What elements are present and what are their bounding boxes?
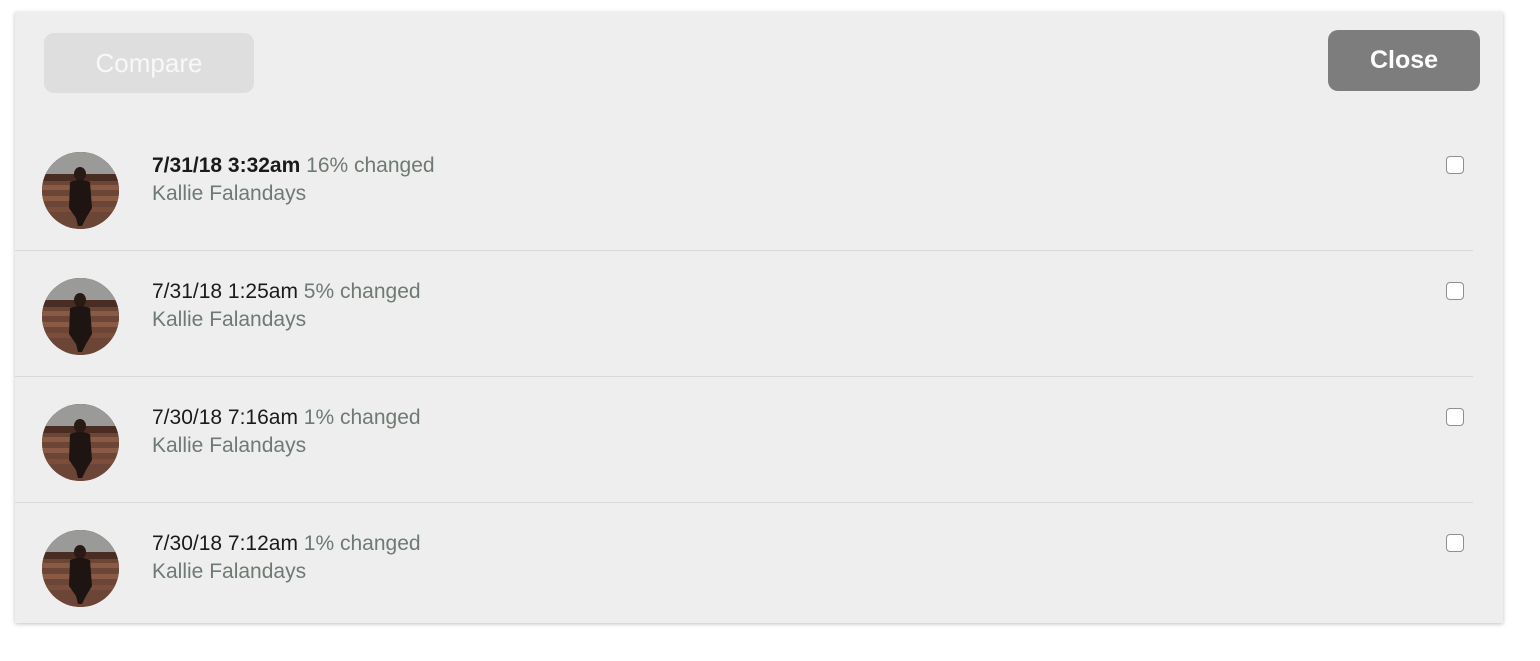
avatar-photo-icon <box>42 530 119 607</box>
revision-change-percent: 5% changed <box>303 280 421 303</box>
compare-button[interactable]: Compare <box>44 33 254 93</box>
revision-select-checkbox[interactable] <box>1446 408 1464 426</box>
revision-row[interactable]: 7/30/18 7:16am 1% changed Kallie Falanda… <box>15 377 1473 503</box>
revision-info: 7/31/18 1:25am 5% changed Kallie Falanda… <box>152 278 421 334</box>
revision-change-percent: 1% changed <box>303 532 421 555</box>
avatar <box>42 152 119 229</box>
avatar <box>42 530 119 607</box>
revision-author: Kallie Falandays <box>152 434 307 457</box>
close-button[interactable]: Close <box>1328 30 1480 91</box>
revision-timestamp: 7/30/18 7:12am <box>152 532 298 555</box>
revision-author: Kallie Falandays <box>152 560 307 583</box>
revision-select-checkbox[interactable] <box>1446 534 1464 552</box>
revision-timestamp: 7/31/18 1:25am <box>152 280 298 303</box>
revision-info: 7/30/18 7:16am 1% changed Kallie Falanda… <box>152 404 421 460</box>
revision-author: Kallie Falandays <box>152 308 307 331</box>
revision-info: 7/30/18 7:12am 1% changed Kallie Falanda… <box>152 530 421 586</box>
avatar-photo-icon <box>42 404 119 481</box>
revision-timestamp: 7/30/18 7:16am <box>152 406 298 429</box>
avatar-photo-icon <box>42 278 119 355</box>
avatar <box>42 404 119 481</box>
revision-timestamp: 7/31/18 3:32am <box>152 154 301 177</box>
revision-change-percent: 16% changed <box>306 154 435 177</box>
revision-info: 7/31/18 3:32am 16% changed Kallie Faland… <box>152 152 435 208</box>
revision-select-checkbox[interactable] <box>1446 156 1464 174</box>
avatar-photo-icon <box>42 152 119 229</box>
revision-history-panel: Compare Close 7/31/18 3:32am 16% changed… <box>15 12 1503 623</box>
revision-list: 7/31/18 3:32am 16% changed Kallie Faland… <box>15 125 1473 628</box>
revision-row[interactable]: 7/31/18 1:25am 5% changed Kallie Falanda… <box>15 251 1473 377</box>
revision-select-checkbox[interactable] <box>1446 282 1464 300</box>
revision-change-percent: 1% changed <box>303 406 421 429</box>
avatar <box>42 278 119 355</box>
revision-row[interactable]: 7/30/18 7:12am 1% changed Kallie Falanda… <box>15 503 1473 628</box>
revision-row[interactable]: 7/31/18 3:32am 16% changed Kallie Faland… <box>15 125 1473 251</box>
revision-author: Kallie Falandays <box>152 182 307 205</box>
